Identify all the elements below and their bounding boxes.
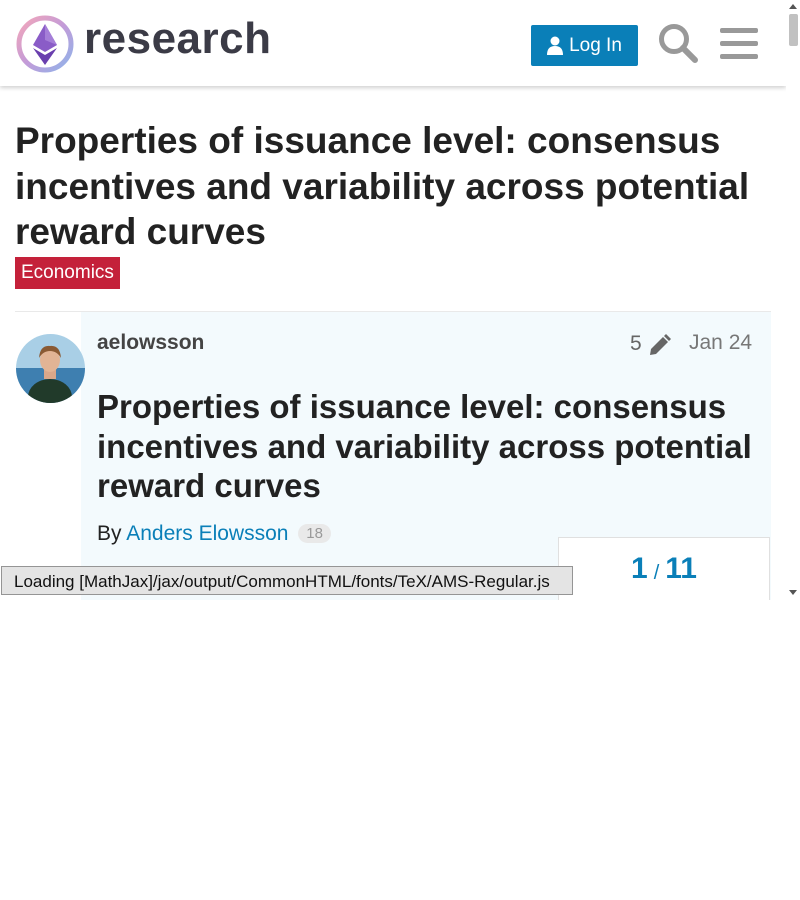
post-date[interactable]: Jan 24 [689, 331, 752, 355]
login-button[interactable]: Log In [531, 25, 638, 66]
site-header: research Log In [0, 0, 786, 86]
search-icon[interactable] [657, 22, 699, 64]
progress-current: 1 [631, 552, 648, 585]
scroll-up-arrow-icon[interactable] [789, 4, 797, 9]
post-heading: Properties of issuance level: consensus … [97, 388, 752, 504]
avatar[interactable] [16, 334, 85, 403]
author-link[interactable]: Anders Elowsson [126, 522, 288, 545]
post-username[interactable]: aelowsson [97, 331, 204, 355]
topic-progress[interactable]: 1 / 11 [558, 537, 770, 600]
pencil-icon [649, 334, 671, 355]
byline: By Anders Elowsson 18 [97, 522, 331, 546]
scrollbar[interactable] [786, 0, 800, 600]
mathjax-loading-message: Loading [MathJax]/jax/output/CommonHTML/… [1, 566, 573, 595]
byline-prefix: By [97, 522, 122, 545]
scroll-down-arrow-icon[interactable] [789, 590, 797, 595]
site-name[interactable]: research [84, 14, 271, 64]
topic-title[interactable]: Properties of issuance level: consensus … [15, 118, 775, 255]
scroll-thumb[interactable] [789, 14, 798, 46]
link-click-count: 18 [298, 524, 331, 543]
logo-icon[interactable] [16, 15, 74, 73]
menu-icon[interactable] [718, 22, 760, 64]
edit-count: 5 [630, 332, 642, 355]
progress-total: 11 [665, 552, 697, 585]
page-viewport: research Log In Properties of issuance l… [0, 0, 786, 600]
login-label: Log In [569, 34, 622, 56]
category-badge[interactable]: Economics [15, 257, 120, 289]
progress-separator: / [653, 562, 660, 584]
edit-history-button[interactable]: 5 [630, 332, 672, 356]
user-icon [547, 36, 564, 55]
